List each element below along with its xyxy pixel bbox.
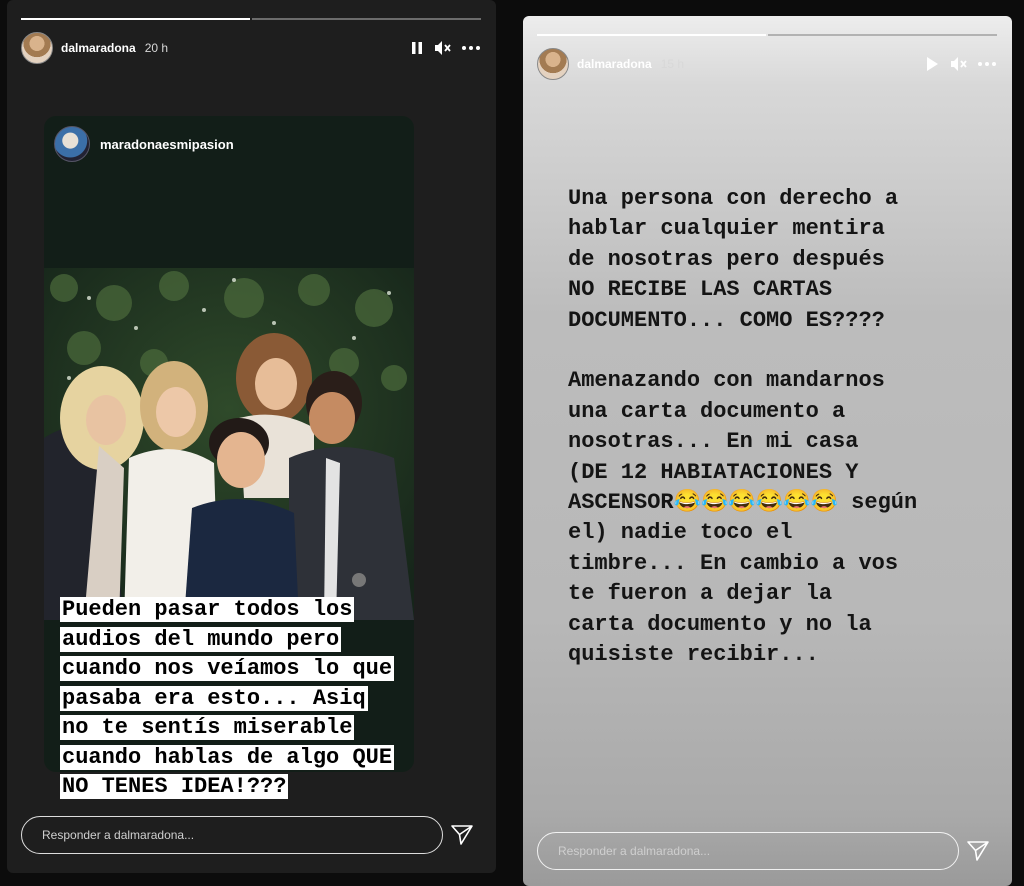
repost-username[interactable]: maradonaesmipasion: [100, 137, 234, 152]
family-photo: [44, 268, 414, 620]
play-icon[interactable]: [925, 56, 939, 72]
reply-input[interactable]: [40, 827, 442, 843]
story-text: Una persona con derecho a hablar cualqui…: [568, 186, 918, 668]
caption-line: no te sentís miserable: [60, 715, 355, 740]
repost-avatar[interactable]: [54, 126, 90, 162]
caption-line: Pueden pasar todos los: [60, 597, 355, 622]
more-options-icon[interactable]: [461, 45, 481, 51]
username[interactable]: dalmaradona: [61, 41, 136, 55]
pause-icon[interactable]: [411, 41, 423, 55]
username[interactable]: dalmaradona: [577, 57, 652, 71]
muted-speaker-icon[interactable]: [949, 56, 967, 72]
progress-bar-2: [768, 34, 997, 36]
reply-field-container[interactable]: [21, 816, 443, 854]
story-caption: Pueden pasar todos los audios del mundo p…: [60, 595, 480, 802]
reply-input[interactable]: [556, 843, 958, 859]
caption-line: pasaba era esto... Asiq: [60, 685, 368, 711]
story-header: dalmaradona 20 h: [21, 32, 481, 64]
avatar[interactable]: [537, 48, 569, 80]
more-options-icon[interactable]: [977, 61, 997, 67]
timestamp: 15 h: [660, 57, 685, 71]
progress-bar-1: [21, 18, 250, 20]
caption-line: cuando hablas de algo QUE: [60, 744, 395, 770]
send-icon[interactable]: [450, 824, 474, 851]
story-header: dalmaradona 15 h: [537, 48, 997, 80]
send-icon[interactable]: [966, 840, 990, 867]
timestamp: 20 h: [144, 41, 169, 55]
reply-field-container[interactable]: [537, 832, 959, 870]
avatar[interactable]: [21, 32, 53, 64]
story-right[interactable]: dalmaradona 15 h Una persona con derecho…: [523, 16, 1012, 886]
caption-line: audios del mundo pero: [60, 626, 342, 652]
muted-speaker-icon[interactable]: [433, 40, 451, 56]
progress-bar-2: [252, 18, 481, 20]
story-left[interactable]: dalmaradona 20 h maradonaesmipasion Pued…: [7, 0, 496, 873]
caption-line: cuando nos veíamos lo que: [60, 656, 395, 681]
caption-line: NO TENES IDEA!???: [60, 774, 289, 799]
progress-bar-1: [537, 34, 766, 36]
